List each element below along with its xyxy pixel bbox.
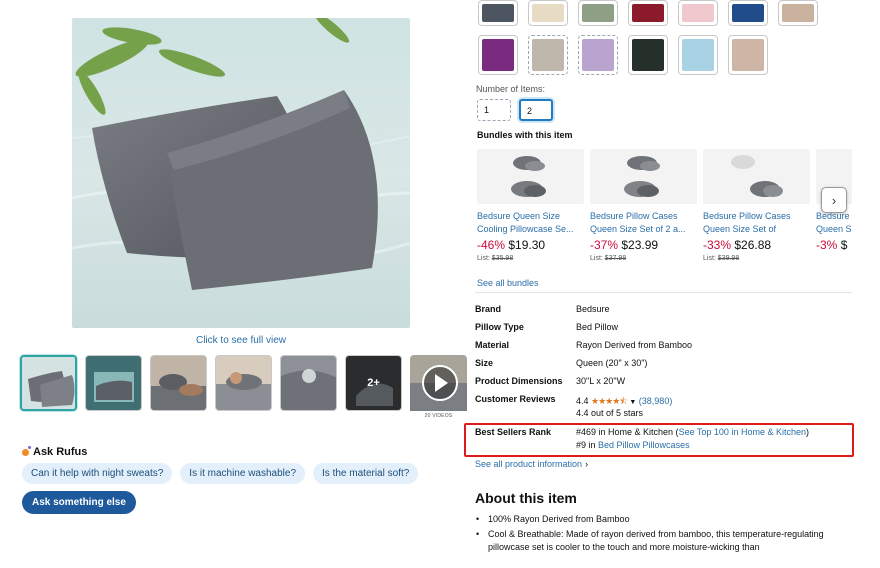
bundle-card[interactable]: Bedsure Queen Size Cooling Pillowcase Se.… — [477, 149, 584, 262]
bundles-next-button[interactable]: › — [821, 187, 847, 213]
bundle-card[interactable]: Bedsure Pillow Cases Queen Size Set of 2 … — [590, 149, 697, 262]
bundle-price: $19.30 — [508, 238, 546, 252]
chevron-down-icon[interactable]: ▼ — [629, 399, 636, 406]
color-swatch[interactable] — [678, 0, 718, 26]
divider — [475, 292, 852, 293]
spec-value-material: Rayon Derived from Bamboo — [576, 340, 693, 350]
thumbnail-strip: 2+ 20 VIDEOS — [20, 355, 467, 419]
spec-value-pillow-type: Bed Pillow — [576, 322, 619, 332]
chevron-right-icon: › — [585, 459, 589, 469]
bundle-list-price: List: $35.98 — [477, 255, 514, 262]
bundle-card[interactable]: Bedsure Pillow Cases Queen Size Set of -3… — [703, 149, 810, 262]
about-this-item-title: About this item — [475, 490, 577, 506]
bundle-discount: -37% — [590, 238, 619, 252]
thumbnail-sleeping-person[interactable] — [215, 355, 272, 411]
see-all-bundles-link[interactable]: See all bundles — [477, 278, 539, 288]
rating-number: 4.4 — [576, 396, 589, 406]
video-count-caption: 20 VIDEOS — [424, 413, 453, 419]
number-of-items-label: Number of Items: — [476, 84, 546, 94]
rufus-chip-night-sweats[interactable]: Can it help with night sweats? — [22, 463, 173, 484]
color-swatch-row-2 — [478, 35, 768, 75]
about-bullets: 100% Rayon Derived from Bamboo Cool & Br… — [475, 513, 850, 556]
spec-key-material: Material — [475, 340, 510, 350]
rufus-title: Ask Rufus — [33, 446, 88, 458]
thumbnail-fabric-detail[interactable] — [280, 355, 337, 411]
bundle-price: $26.88 — [734, 238, 772, 252]
items-option-2-selected[interactable]: 2 — [519, 99, 553, 121]
thumbnail-bedroom[interactable] — [150, 355, 207, 411]
rating-out-of-five: 4.4 out of 5 stars — [576, 408, 644, 418]
color-swatch-row-1 — [478, 0, 818, 26]
review-count-link[interactable]: (38,980) — [639, 396, 673, 406]
bundles-title: Bundles with this item — [477, 130, 573, 140]
bundle-discount: -33% — [703, 238, 732, 252]
color-swatch-light-blue[interactable] — [678, 35, 718, 75]
see-all-product-info-link[interactable]: See all product information › — [475, 459, 588, 469]
color-swatch[interactable] — [528, 0, 568, 26]
bundle-name[interactable]: Bedsure Pillow Cases Queen Size Set of — [703, 210, 810, 236]
more-images-count: 2+ — [367, 377, 380, 389]
spec-value-dimensions: 30"L x 20"W — [576, 376, 626, 386]
main-product-image[interactable] — [72, 18, 410, 328]
star-rating-icon[interactable]: ★★★★⯪ — [591, 396, 628, 406]
rufus-suggestions: Can it help with night sweats? Is it mac… — [22, 463, 419, 484]
spec-key-size: Size — [475, 358, 494, 368]
items-option-1[interactable]: 1 — [477, 99, 511, 121]
bundle-name[interactable]: Bedsure Queen S — [816, 210, 852, 236]
bundle-discount: -3% — [816, 238, 838, 252]
bundle-image — [703, 149, 810, 204]
spec-key-dimensions: Product Dimensions — [475, 376, 563, 386]
bundle-list-price: List: $37.98 — [590, 255, 627, 262]
best-sellers-rank-highlight — [464, 423, 854, 457]
color-swatch-taupe[interactable] — [528, 35, 568, 75]
bundle-image — [590, 149, 697, 204]
about-bullet: Cool & Breathable: Made of rayon derived… — [475, 528, 850, 554]
rufus-sparkle-icon — [22, 445, 31, 456]
bundle-list-price: List: $39.98 — [703, 255, 740, 262]
ask-something-else-button[interactable]: Ask something else — [22, 491, 136, 514]
thumbnail-more-images[interactable]: 2+ — [345, 355, 402, 411]
bundle-name[interactable]: Bedsure Queen Size Cooling Pillowcase Se.… — [477, 210, 584, 236]
thumbnail-videos[interactable]: 20 VIDEOS — [410, 355, 467, 419]
bundles-carousel: Bedsure Queen Size Cooling Pillowcase Se.… — [477, 149, 852, 262]
color-swatch[interactable] — [478, 0, 518, 26]
spec-key-brand: Brand — [475, 304, 502, 314]
color-swatch-purple[interactable] — [478, 35, 518, 75]
click-to-see-full-view[interactable]: Click to see full view — [72, 335, 410, 346]
bundle-name[interactable]: Bedsure Pillow Cases Queen Size Set of 2 … — [590, 210, 697, 236]
thumbnail-cooling-feature[interactable] — [85, 355, 142, 411]
color-swatch[interactable] — [728, 0, 768, 26]
color-swatch-lavender[interactable] — [578, 35, 618, 75]
spec-value-size: Queen (20" x 30") — [576, 358, 648, 368]
bundle-discount: -46% — [477, 238, 506, 252]
color-swatch[interactable] — [578, 0, 618, 26]
chevron-right-icon: › — [831, 192, 837, 208]
bundle-image — [477, 149, 584, 204]
spec-value-brand: Bedsure — [576, 304, 610, 314]
rufus-chip-machine-washable[interactable]: Is it machine washable? — [180, 463, 306, 484]
rufus-chip-material-soft[interactable]: Is the material soft? — [313, 463, 419, 484]
bundle-price: $ — [840, 238, 848, 252]
thumbnail-pillow-main[interactable] — [20, 355, 77, 411]
color-swatch-blush[interactable] — [728, 35, 768, 75]
color-swatch[interactable] — [778, 0, 818, 26]
color-swatch-dark-green[interactable] — [628, 35, 668, 75]
bundle-price: $23.99 — [621, 238, 659, 252]
spec-key-pillow-type: Pillow Type — [475, 322, 524, 332]
number-of-items-options: 1 2 — [477, 99, 553, 121]
spec-key-reviews: Customer Reviews — [475, 394, 556, 404]
about-bullet: 100% Rayon Derived from Bamboo — [475, 513, 850, 526]
ask-rufus-header: Ask Rufus — [22, 445, 88, 458]
color-swatch[interactable] — [628, 0, 668, 26]
